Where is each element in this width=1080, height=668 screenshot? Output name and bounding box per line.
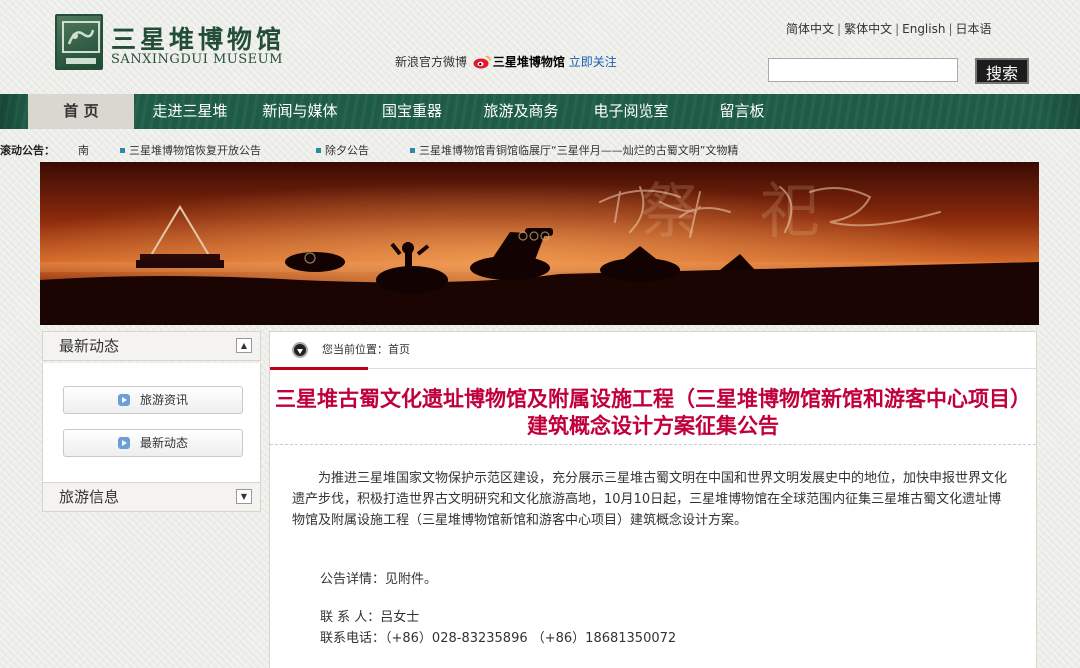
breadcrumb-text: 您当前位置：首页 bbox=[322, 343, 410, 356]
nav-item-about[interactable]: 走进三星堆 bbox=[146, 94, 234, 129]
article-title: 三星堆古蜀文化遗址博物馆及附属设施工程（三星堆博物馆新馆和游客中心项目）建筑概念… bbox=[275, 387, 1031, 438]
ticker-item[interactable]: 南 bbox=[78, 142, 89, 158]
sidebar-section-title: 旅游信息 bbox=[59, 488, 120, 506]
hero-banner: 祭祀 bbox=[40, 162, 1039, 325]
expand-down-icon[interactable]: ▼ bbox=[236, 489, 252, 504]
weibo-follow: 新浪官方微博 三星堆博物馆 立即关注 bbox=[395, 53, 617, 70]
article-contact: 联 系 人：吕女士 bbox=[320, 610, 420, 625]
bullet-icon bbox=[120, 148, 125, 153]
lang-simplified-chinese[interactable]: 简体中文 bbox=[786, 22, 834, 36]
ticker-item-text[interactable]: 三星堆博物馆恢复开放公告 bbox=[129, 144, 261, 157]
logo-english-name: SANXINGDUI MUSEUM bbox=[111, 52, 283, 67]
search-input[interactable] bbox=[768, 58, 958, 82]
article-body: 为推进三星堆国家文物保护示范区建设，充分展示三星堆古蜀文明在中国和世界文明发展史… bbox=[292, 471, 1008, 528]
sidebar-link-label: 最新动态 bbox=[139, 436, 188, 450]
sidebar-link-travel-news[interactable]: 旅游资讯 bbox=[63, 386, 243, 414]
article-details: 公告详情：见附件。 bbox=[320, 572, 438, 587]
logo-mark-icon bbox=[55, 14, 103, 70]
play-icon bbox=[117, 437, 130, 449]
breadcrumb-underline bbox=[270, 367, 368, 370]
lang-english[interactable]: English bbox=[902, 22, 945, 36]
sidebar-section-body: 旅游资讯 最新动态 bbox=[42, 363, 261, 483]
search-button[interactable]: 搜索 bbox=[975, 58, 1029, 84]
nav-item-guestbook[interactable]: 留言板 bbox=[710, 94, 774, 129]
breadcrumb: 您当前位置：首页 bbox=[270, 332, 1036, 369]
weibo-account-name[interactable]: 三星堆博物馆 bbox=[493, 55, 565, 69]
weibo-follow-link[interactable]: 立即关注 bbox=[569, 55, 617, 69]
site-header: 三星堆博物馆 SANXINGDUI MUSEUM 新浪官方微博 三星堆博物馆 立… bbox=[0, 0, 1080, 94]
museum-logo[interactable]: 三星堆博物馆 SANXINGDUI MUSEUM bbox=[55, 14, 285, 74]
sidebar-section-travel-info[interactable]: 旅游信息 ▼ bbox=[42, 482, 261, 512]
sidebar-link-label: 旅游资讯 bbox=[139, 393, 188, 407]
weibo-prefix: 新浪官方微博 bbox=[395, 55, 468, 69]
sidebar-section-title: 最新动态 bbox=[59, 337, 120, 355]
article-phone: 联系电话：（+86）028-83235896 （+86）18681350072 bbox=[320, 631, 677, 646]
ticker-item[interactable]: 除夕公告 bbox=[316, 142, 369, 158]
sidebar-link-latest-news[interactable]: 最新动态 bbox=[63, 429, 243, 457]
ticker-label: 滚动公告： bbox=[0, 144, 55, 157]
nav-item-home[interactable]: 首 页 bbox=[28, 94, 134, 129]
weibo-icon[interactable] bbox=[473, 55, 491, 69]
announcement-ticker: 滚动公告： 南 三星堆博物馆恢复开放公告 除夕公告 三星堆博物馆青铜馆临展厅“三… bbox=[0, 140, 1080, 160]
lang-traditional-chinese[interactable]: 繁体中文 bbox=[844, 22, 892, 36]
sidebar-section-latest[interactable]: 最新动态 ▲ bbox=[42, 331, 261, 361]
bullet-icon bbox=[410, 148, 415, 153]
ticker-item[interactable]: 三星堆博物馆恢复开放公告 bbox=[120, 142, 261, 158]
nav-item-reading-room[interactable]: 电子阅览室 bbox=[586, 94, 676, 129]
ticker-item-text[interactable]: 除夕公告 bbox=[325, 144, 369, 157]
banner-art-text: 祭祀 bbox=[640, 177, 880, 247]
lang-japanese[interactable]: 日本语 bbox=[956, 22, 992, 36]
logo-chinese-name: 三星堆博物馆 bbox=[111, 25, 286, 54]
location-icon bbox=[292, 342, 308, 358]
nav-item-tourism[interactable]: 旅游及商务 bbox=[476, 94, 566, 129]
main-nav: 首 页 走进三星堆 新闻与媒体 国宝重器 旅游及商务 电子阅览室 留言板 bbox=[0, 94, 1080, 129]
bullet-icon bbox=[316, 148, 321, 153]
divider bbox=[270, 444, 1036, 445]
nav-item-treasures[interactable]: 国宝重器 bbox=[372, 94, 452, 129]
main-content: 您当前位置：首页 三星堆古蜀文化遗址博物馆及附属设施工程（三星堆博物馆新馆和游客… bbox=[269, 331, 1037, 668]
nav-item-news[interactable]: 新闻与媒体 bbox=[256, 94, 344, 129]
play-icon bbox=[117, 394, 130, 406]
collapse-up-icon[interactable]: ▲ bbox=[236, 338, 252, 353]
ticker-item-text[interactable]: 三星堆博物馆青铜馆临展厅“三星伴月——灿烂的古蜀文明”文物精 bbox=[419, 144, 738, 157]
banner-artwork: 祭祀 bbox=[40, 162, 1039, 325]
ticker-item[interactable]: 三星堆博物馆青铜馆临展厅“三星伴月——灿烂的古蜀文明”文物精 bbox=[410, 142, 738, 158]
language-switcher: 简体中文 | 繁体中文 | English | 日本语 bbox=[786, 22, 992, 36]
